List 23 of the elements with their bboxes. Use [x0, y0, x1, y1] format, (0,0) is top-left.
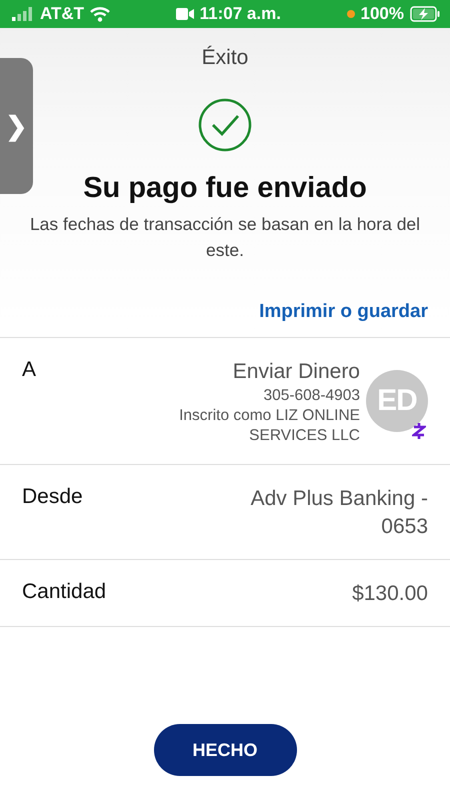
recipient-phone: 305-608-4903: [262, 386, 360, 406]
checkmark-circle-icon: [198, 98, 252, 152]
row-value: $130.00: [352, 581, 428, 607]
row-label: A: [22, 358, 36, 382]
carrier-name: AT&T: [40, 4, 84, 24]
battery-percent: 100%: [360, 4, 404, 24]
done-button[interactable]: HECHO: [154, 724, 296, 776]
status-time: 11:07 a.m.: [200, 4, 281, 24]
print-save-link[interactable]: Imprimir o guardar: [259, 301, 428, 323]
row-label: Cantidad: [22, 580, 106, 604]
signal-icon: [12, 7, 34, 21]
payment-badge-icon: [412, 422, 426, 440]
side-panel-tab[interactable]: ❯: [0, 58, 33, 194]
enrollment-note: Inscrito como LIZ ONLINE SERVICES LLC: [178, 406, 360, 446]
timezone-note: Las fechas de transacción se basan en la hora del este.: [28, 213, 422, 262]
screen-title: Éxito: [202, 46, 248, 70]
row-label: Desde: [22, 485, 83, 509]
video-camera-icon: [176, 8, 194, 20]
wifi-icon: [90, 6, 110, 22]
indicator-dot-icon: [346, 10, 354, 18]
row-value: Adv Plus Banking - 0653: [250, 486, 428, 540]
success-heading: Su pago fue enviado: [83, 172, 367, 205]
recipient-name: Enviar Dinero: [232, 359, 360, 385]
